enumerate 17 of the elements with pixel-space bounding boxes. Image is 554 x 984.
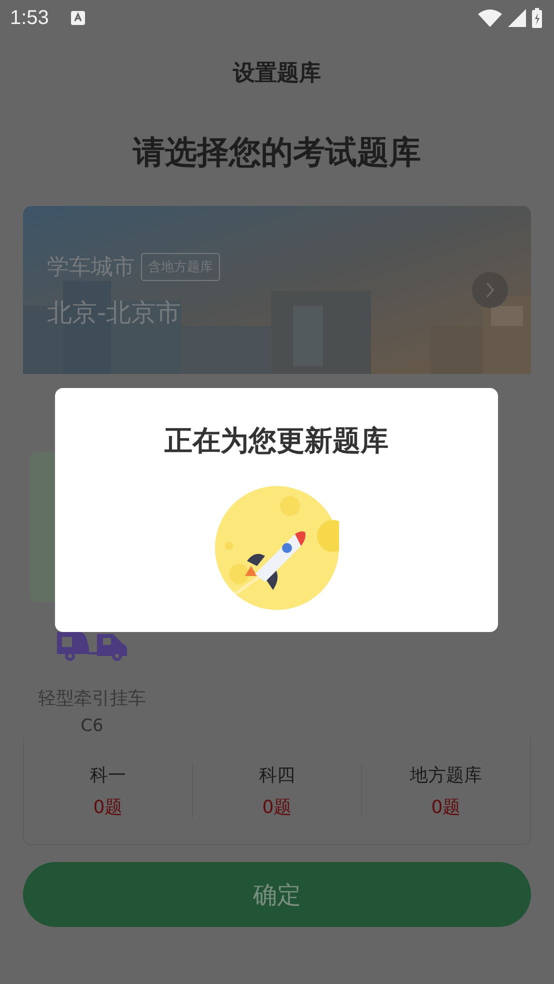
stat-value: 0题 bbox=[262, 796, 292, 818]
signal-icon bbox=[508, 9, 526, 27]
truck-icon bbox=[55, 630, 129, 662]
page-heading: 请选择您的考试题库 bbox=[132, 132, 422, 173]
page-title: 设置题库 bbox=[233, 60, 321, 88]
vehicle-code: C6 bbox=[80, 716, 104, 736]
battery-icon bbox=[532, 8, 542, 28]
stat-value: 0题 bbox=[93, 796, 123, 818]
dialog-title: 正在为您更新题库 bbox=[164, 423, 388, 459]
stat-label: 地方题库 bbox=[410, 764, 482, 786]
wifi-icon bbox=[478, 9, 502, 27]
stat-value: 0题 bbox=[431, 796, 461, 818]
stat-label: 科一 bbox=[90, 764, 126, 786]
keyboard-notification-icon bbox=[70, 11, 85, 25]
status-time: 1:53 bbox=[10, 6, 49, 30]
confirm-button[interactable]: 确定 bbox=[23, 862, 531, 927]
stat-label: 科四 bbox=[259, 764, 295, 786]
